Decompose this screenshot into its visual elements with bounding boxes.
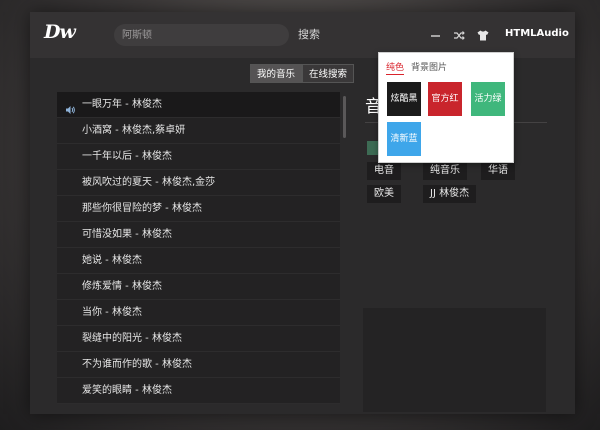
tab-my-music[interactable]: 我的音乐 xyxy=(250,64,303,83)
brand-name: HTMLAudio xyxy=(505,28,569,39)
song-item[interactable]: 小酒窝 - 林俊杰,蔡卓妍 xyxy=(57,118,340,144)
song-item[interactable]: 当你 - 林俊杰 xyxy=(57,300,340,326)
swatch-cool-black[interactable]: 炫酷黑 xyxy=(387,82,421,116)
song-title: 一千年以后 - 林俊杰 xyxy=(82,151,172,162)
song-list: 一眼万年 - 林俊杰 小酒窝 - 林俊杰,蔡卓妍 一千年以后 - 林俊杰 被风吹… xyxy=(57,92,340,414)
song-title: 小酒窝 - 林俊杰,蔡卓妍 xyxy=(82,125,186,136)
minimize-icon[interactable] xyxy=(430,26,441,45)
song-item[interactable]: 被风吹过的夏天 - 林俊杰,金莎 xyxy=(57,170,340,196)
tag-jj-lin[interactable]: JJ 林俊杰 xyxy=(423,185,477,203)
lyrics-panel xyxy=(363,308,546,412)
tag-electronic[interactable]: 电音 xyxy=(367,162,401,180)
search-button[interactable]: 搜索 xyxy=(298,26,320,42)
skin-shirt-icon[interactable] xyxy=(477,26,489,45)
app-logo[interactable]: Dw xyxy=(44,21,76,43)
tab-online-search[interactable]: 在线搜索 xyxy=(302,64,355,83)
view-tabs: 我的音乐 在线搜索 xyxy=(250,64,355,83)
song-title: 她说 - 林俊杰 xyxy=(82,255,142,266)
song-title: 不为谁而作的歌 - 林俊杰 xyxy=(82,359,192,370)
song-item[interactable]: 裂缝中的阳光 - 林俊杰 xyxy=(57,326,340,352)
song-item[interactable]: 可惜没如果 - 林俊杰 xyxy=(57,222,340,248)
song-list-scrollbar[interactable] xyxy=(343,96,346,138)
song-title: 一眼万年 - 林俊杰 xyxy=(82,99,162,110)
song-item[interactable]: 那些你很冒险的梦 - 林俊杰 xyxy=(57,196,340,222)
swatch-official-red[interactable]: 官方红 xyxy=(428,82,462,116)
song-item[interactable]: 一眼万年 - 林俊杰 xyxy=(57,92,340,118)
active-tab-underline xyxy=(386,74,404,75)
song-title: 裂缝中的阳光 - 林俊杰 xyxy=(82,333,182,344)
song-item[interactable]: 爱笑的眼睛 - 林俊杰 xyxy=(57,378,340,404)
skin-popup: 纯色 背景图片 炫酷黑 官方红 活力绿 清新蓝 xyxy=(378,52,514,163)
song-item[interactable]: 一千年以后 - 林俊杰 xyxy=(57,144,340,170)
song-title: 爱笑的眼睛 - 林俊杰 xyxy=(82,385,172,396)
song-title: 当你 - 林俊杰 xyxy=(82,307,142,318)
song-title: 被风吹过的夏天 - 林俊杰,金莎 xyxy=(82,177,216,188)
swatch-vital-green[interactable]: 活力绿 xyxy=(471,82,505,116)
search-input[interactable] xyxy=(114,24,289,46)
swatch-fresh-blue[interactable]: 清新蓝 xyxy=(387,122,421,156)
tab-solid-color[interactable]: 纯色 xyxy=(386,60,404,73)
song-title: 可惜没如果 - 林俊杰 xyxy=(82,229,172,240)
song-item[interactable]: 她说 - 林俊杰 xyxy=(57,248,340,274)
tag-western[interactable]: 欧美 xyxy=(367,185,401,203)
shuffle-icon[interactable] xyxy=(453,26,465,45)
tag-chinese[interactable]: 华语 xyxy=(481,162,515,180)
window-controls xyxy=(430,25,489,45)
song-item[interactable]: 不为谁而作的歌 - 林俊杰 xyxy=(57,352,340,378)
song-title: 那些你很冒险的梦 - 林俊杰 xyxy=(82,203,202,214)
tag-pure-music[interactable]: 纯音乐 xyxy=(423,162,467,180)
song-title: 修炼爱情 - 林俊杰 xyxy=(82,281,162,292)
tab-background-image[interactable]: 背景图片 xyxy=(411,60,447,73)
song-item[interactable]: 修炼爱情 - 林俊杰 xyxy=(57,274,340,300)
